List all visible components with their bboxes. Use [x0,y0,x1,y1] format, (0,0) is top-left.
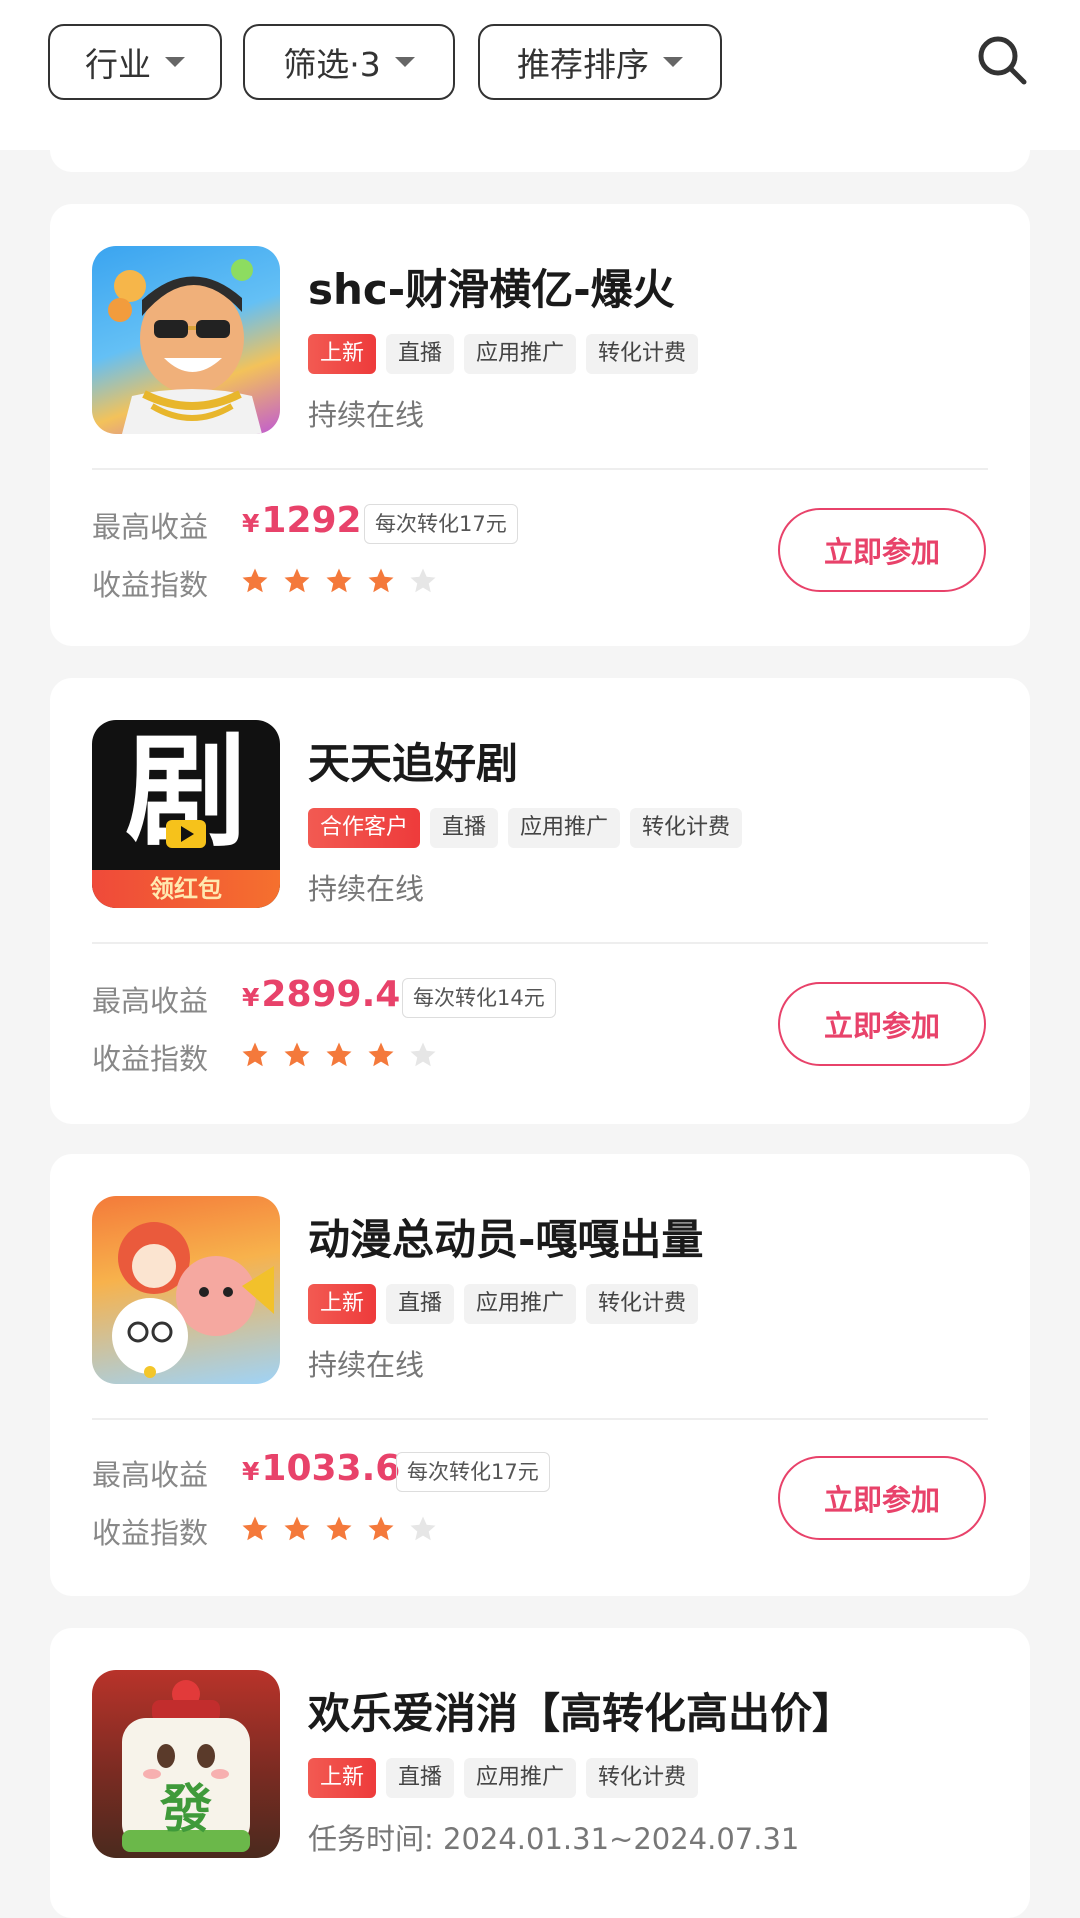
tag-app-promotion: 应用推广 [464,334,577,374]
max-income-value: ¥1292 [242,500,362,541]
max-income-label: 最高收益 [92,984,209,1018]
currency-symbol: ¥ [242,983,260,1012]
cartoon-characters-icon [92,1196,280,1384]
star-filled-icon [368,1516,394,1541]
play-icon [166,820,206,848]
max-income-value: ¥1033.6 [242,1448,400,1489]
task-card[interactable]: shc-财滑横亿-爆火 上新 直播 应用推广 转化计费 持续在线 最高收益 ¥1… [50,204,1030,646]
tag-list: 上新 直播 应用推广 转化计费 [308,334,699,374]
currency-symbol: ¥ [242,1457,260,1486]
star-filled-icon [368,568,394,593]
star-filled-icon [326,568,352,593]
card-title: shc-财滑横亿-爆火 [308,265,675,314]
task-time-text: 任务时间: 2024.01.31~2024.07.31 [308,1822,800,1856]
status-text: 持续在线 [308,872,425,906]
per-conversion-badge: 每次转化17元 [364,504,518,544]
sort-label: 推荐排序 [517,45,649,84]
drama-app-icon: 剧 领红包 [92,720,280,908]
star-filled-icon [284,1516,310,1541]
star-filled-icon [284,568,310,593]
industry-filter-label: 行业 [85,45,151,84]
price-amount: 2899.4 [261,974,401,1015]
currency-symbol: ¥ [242,509,260,538]
game-character-icon [92,246,280,434]
star-filled-icon [242,1516,268,1541]
previous-card-edge [50,110,1030,172]
filter-dropdown[interactable]: 筛选·3 [243,24,455,100]
tag-conversion-billing: 转化计费 [586,1284,699,1324]
divider [92,468,988,470]
divider [92,942,988,944]
search-icon[interactable] [976,34,1028,86]
tag-app-promotion: 应用推广 [508,808,621,848]
max-income-label: 最高收益 [92,1458,209,1492]
per-conversion-badge: 每次转化14元 [402,978,556,1018]
card-title: 动漫总动员-嘎嘎出量 [308,1215,704,1264]
tag-new: 上新 [308,1284,377,1324]
divider [92,1418,988,1420]
star-filled-icon [326,1516,352,1541]
chevron-down-icon [165,57,185,67]
tag-conversion-billing: 转化计费 [586,1758,699,1798]
tag-list: 合作客户 直播 应用推广 转化计费 [308,808,743,848]
star-filled-icon [242,1042,268,1067]
card-title: 欢乐爱消消【高转化高出价】 [308,1689,855,1738]
filter-label: 筛选·3 [283,45,381,84]
price-amount: 1033.6 [261,1448,401,1489]
star-empty-icon [410,568,436,593]
tag-conversion-billing: 转化计费 [586,334,699,374]
task-card[interactable]: 發 欢乐爱消消【高转化高出价】 上新 直播 应用推广 转化计费 任务时间: 20… [50,1628,1030,1918]
chevron-down-icon [663,57,683,67]
status-text: 持续在线 [308,1348,425,1382]
red-packet-badge: 领红包 [92,870,280,908]
tag-list: 上新 直播 应用推广 转化计费 [308,1284,699,1324]
tag-app-promotion: 应用推广 [464,1284,577,1324]
mahjong-tile-glyph: 發 [159,1780,212,1840]
industry-filter-dropdown[interactable]: 行业 [48,24,222,100]
tag-live: 直播 [430,808,499,848]
per-conversion-badge: 每次转化17元 [396,1452,550,1492]
income-index-label: 收益指数 [92,1516,209,1550]
star-empty-icon [410,1042,436,1067]
rating-stars [240,1514,438,1544]
mahjong-tile-icon: 發 [92,1670,280,1858]
task-card[interactable]: 剧 领红包 天天追好剧 合作客户 直播 应用推广 转化计费 持续在线 最高收益 … [50,678,1030,1124]
price-amount: 1292 [261,500,362,541]
tag-list: 上新 直播 应用推广 转化计费 [308,1758,699,1798]
rating-stars [240,566,438,596]
sort-dropdown[interactable]: 推荐排序 [478,24,722,100]
max-income-value: ¥2899.4 [242,974,400,1015]
tag-live: 直播 [386,334,455,374]
tag-live: 直播 [386,1758,455,1798]
rating-stars [240,1040,438,1070]
tag-partner-client: 合作客户 [308,808,421,848]
task-card[interactable]: 动漫总动员-嘎嘎出量 上新 直播 应用推广 转化计费 持续在线 最高收益 ¥10… [50,1154,1030,1596]
star-filled-icon [368,1042,394,1067]
status-text: 持续在线 [308,398,425,432]
join-button[interactable]: 立即参加 [778,508,986,592]
income-index-label: 收益指数 [92,568,209,602]
tag-conversion-billing: 转化计费 [630,808,743,848]
max-income-label: 最高收益 [92,510,209,544]
chevron-down-icon [394,57,415,67]
tag-live: 直播 [386,1284,455,1324]
tag-new: 上新 [308,1758,377,1798]
card-title: 天天追好剧 [308,739,519,788]
join-button[interactable]: 立即参加 [778,982,986,1066]
income-index-label: 收益指数 [92,1042,209,1076]
star-filled-icon [284,1042,310,1067]
star-filled-icon [326,1042,352,1067]
tag-app-promotion: 应用推广 [464,1758,577,1798]
join-button[interactable]: 立即参加 [778,1456,986,1540]
star-filled-icon [242,568,268,593]
star-empty-icon [410,1516,436,1541]
tag-new: 上新 [308,334,377,374]
